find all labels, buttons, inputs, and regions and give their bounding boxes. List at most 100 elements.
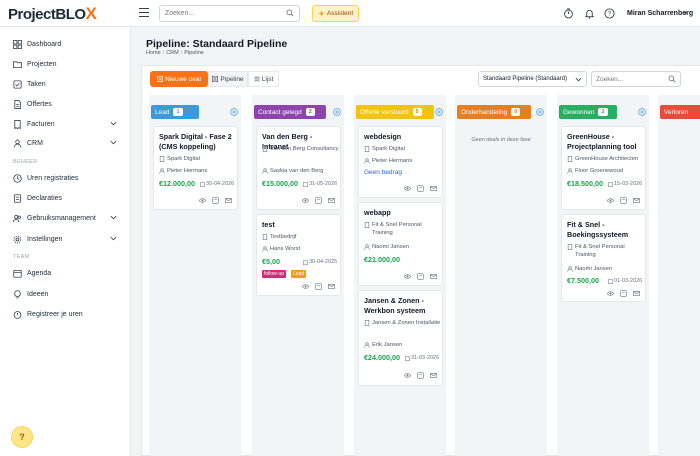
pipeline-column-verloren: Verloren — [658, 95, 700, 456]
sidebar-item-declaraties[interactable]: Declaraties — [0, 189, 131, 207]
deal-actions — [302, 283, 335, 290]
sidebar-item-uren-registraties[interactable]: Uren registraties — [0, 169, 131, 187]
sidebar-item-crm[interactable]: CRM — [0, 134, 131, 152]
help-floating-button[interactable]: ? — [11, 426, 33, 448]
sidebar-item-projecten[interactable]: Projecten — [0, 55, 131, 73]
eye-icon[interactable] — [302, 283, 309, 290]
deal-title[interactable]: test — [262, 220, 340, 230]
mail-icon[interactable] — [430, 185, 437, 192]
deal-contact: Hans Worst — [262, 245, 340, 253]
users-icon — [13, 214, 21, 222]
mail-icon[interactable] — [633, 197, 640, 204]
chevron-down-icon — [110, 140, 117, 145]
edit-icon[interactable] — [315, 283, 322, 290]
sidebar-item-facturen[interactable]: Facturen — [0, 115, 131, 133]
deal-card[interactable]: test Testbedrijf Hans Worst €5,00 30-04-… — [256, 214, 341, 296]
eye-icon[interactable] — [199, 197, 206, 204]
assistant-button[interactable]: Assistent — [312, 5, 359, 22]
eye-icon[interactable] — [607, 290, 614, 297]
board-search-input[interactable] — [592, 72, 666, 86]
add-deal-icon[interactable] — [638, 108, 646, 116]
add-deal-icon[interactable] — [333, 108, 341, 116]
eye-icon[interactable] — [404, 273, 411, 280]
global-search[interactable] — [159, 5, 300, 22]
sidebar-item-agenda[interactable]: Agenda — [0, 264, 131, 282]
deal-actions — [607, 290, 640, 297]
menu-toggle-icon[interactable] — [139, 8, 149, 17]
search-icon — [668, 75, 676, 83]
sidebar-item-ideeen[interactable]: Ideeen — [0, 285, 131, 303]
search-icon — [286, 9, 294, 17]
list-icon — [254, 76, 260, 82]
mail-icon[interactable] — [328, 197, 335, 204]
deal-company: Fit & Snel Personal Training — [364, 221, 442, 237]
chevron-down-icon[interactable]: ▾ — [684, 10, 687, 17]
deal-card[interactable]: Van den Berg - Intranet Van den Berg Con… — [256, 126, 341, 210]
breadcrumb-home[interactable]: Home — [146, 50, 161, 56]
breadcrumb-crm[interactable]: CRM — [166, 50, 179, 56]
sidebar: Dashboard Projecten Taken Offertes Factu… — [0, 27, 131, 456]
sidebar-item-gebruiksmanagement[interactable]: Gebruiksmanagement — [0, 209, 131, 227]
calendar-icon — [303, 181, 308, 187]
edit-icon[interactable] — [417, 372, 424, 379]
deal-title[interactable]: webdesign — [364, 132, 442, 142]
deal-card[interactable]: webapp Fit & Snel Personal Training Naom… — [358, 202, 443, 286]
timer-icon[interactable] — [563, 8, 574, 19]
deal-contact: Saskia van den Berg — [262, 167, 340, 175]
column-header-gewonnen: Gewonnen 2 — [559, 105, 617, 119]
view-pipeline-button[interactable]: Pipeline — [208, 71, 248, 87]
user-icon — [262, 168, 268, 174]
mail-icon[interactable] — [430, 273, 437, 280]
view-toggle: Pipeline Lijst — [208, 71, 279, 87]
edit-icon[interactable] — [620, 197, 627, 204]
edit-icon[interactable] — [620, 290, 627, 297]
view-list-button[interactable]: Lijst — [248, 71, 279, 87]
eye-icon[interactable] — [302, 197, 309, 204]
sidebar-item-taken[interactable]: Taken — [0, 75, 131, 93]
calendar-icon — [608, 278, 613, 284]
sidebar-item-dashboard[interactable]: Dashboard — [0, 35, 131, 53]
add-deal-icon[interactable] — [230, 108, 238, 116]
deal-title[interactable]: Fit & Snel - Boekingssysteem — [567, 220, 645, 240]
edit-icon[interactable] — [417, 273, 424, 280]
deal-card[interactable]: Fit & Snel - Boekingssysteem Fit & Snel … — [561, 214, 646, 302]
calendar-icon — [405, 355, 410, 361]
sidebar-item-instellingen[interactable]: Instellingen — [0, 230, 131, 248]
help-icon[interactable]: ? — [604, 8, 615, 19]
board-search[interactable] — [591, 71, 681, 87]
deal-title[interactable]: Spark Digital - Fase 2 (CMS koppeling) — [159, 132, 237, 152]
pipeline-select[interactable]: Standaard Pipeline (Standaard) — [478, 71, 587, 87]
deal-actions — [404, 185, 437, 192]
new-deal-button[interactable]: Nieuwe deal — [150, 71, 208, 87]
mail-icon[interactable] — [430, 372, 437, 379]
deal-card[interactable]: Spark Digital - Fase 2 (CMS koppeling) S… — [153, 126, 238, 210]
deal-no-amount: Geen bedrag — [364, 169, 402, 176]
mail-icon[interactable] — [633, 290, 640, 297]
deal-close-date: 01-03-2026 — [608, 278, 642, 284]
sidebar-item-offertes[interactable]: Offertes — [0, 95, 131, 113]
sidebar-item-registreer-uren[interactable]: Registreer je uren — [0, 305, 131, 323]
section-label-beheer: BEHEER — [13, 159, 38, 165]
deal-company: Jansen & Zonen Installatie — [364, 319, 442, 327]
deal-title[interactable]: GreenHouse - Projectplanning tool — [567, 132, 645, 152]
edit-icon[interactable] — [212, 197, 219, 204]
deal-card[interactable]: webdesign Spark Digital Pieter Hermans G… — [358, 126, 443, 198]
edit-icon[interactable] — [315, 197, 322, 204]
mail-icon[interactable] — [328, 283, 335, 290]
deal-title[interactable]: Jansen & Zonen - Werkbon systeem — [364, 296, 442, 316]
edit-icon[interactable] — [417, 185, 424, 192]
deal-card[interactable]: Jansen & Zonen - Werkbon systeem Jansen … — [358, 290, 443, 386]
global-search-input[interactable] — [160, 6, 280, 21]
logo[interactable]: Project BLO X — [8, 4, 97, 24]
user-icon — [364, 342, 370, 348]
eye-icon[interactable] — [607, 197, 614, 204]
eye-icon[interactable] — [404, 372, 411, 379]
add-deal-icon[interactable] — [435, 108, 443, 116]
eye-icon[interactable] — [404, 185, 411, 192]
deal-title[interactable]: webapp — [364, 208, 442, 218]
add-deal-icon[interactable] — [536, 108, 544, 116]
bell-icon[interactable] — [584, 8, 595, 19]
deal-close-date: 30-04-2026 — [200, 181, 234, 187]
deal-card[interactable]: GreenHouse - Projectplanning tool GreenH… — [561, 126, 646, 210]
mail-icon[interactable] — [225, 197, 232, 204]
